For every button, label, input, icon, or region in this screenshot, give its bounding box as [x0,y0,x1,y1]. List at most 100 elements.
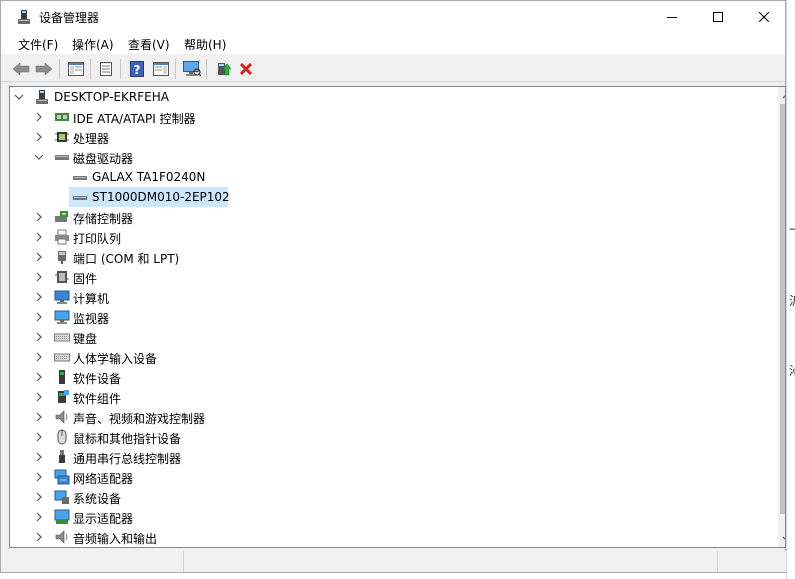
tree-category-label: 显示适配器 [73,512,134,526]
chevron-right-icon[interactable] [34,131,44,143]
tree-category-label: 音频输入和输出 [73,532,158,546]
chevron-right-icon[interactable] [34,351,44,363]
title-bar: 设备管理器 [1,1,785,32]
menu-file[interactable]: 文件(F) [18,36,58,53]
tree-category-row[interactable]: 网络适配器 [10,467,770,487]
tree-category-row[interactable]: 人体学输入设备 [10,347,770,367]
tree-device-row[interactable]: ST1000DM010-2EP102 [10,187,770,207]
chevron-down-icon[interactable] [34,151,44,163]
chevron-right-icon[interactable] [34,251,44,263]
tree-category-row[interactable]: 计算机 [10,287,770,307]
chevron-right-icon[interactable] [34,431,44,443]
window-title: 设备管理器 [39,11,100,25]
scan-hardware-button[interactable] [182,59,202,79]
chevron-right-icon[interactable] [34,371,44,383]
chevron-right-icon[interactable] [34,291,44,303]
tree-category-row[interactable]: 系统设备 [10,487,770,507]
maximize-button[interactable] [695,1,741,32]
tree-category-row[interactable]: 鼠标和其他指针设备 [10,427,770,447]
chevron-right-icon[interactable] [34,331,44,343]
tree-category-label: 系统设备 [73,492,122,506]
scroll-up-button[interactable] [778,87,785,104]
tree-category-row[interactable]: 声音、视频和游戏控制器 [10,407,770,427]
menu-bar: 文件(F) 操作(A) 查看(V) 帮助(H) [1,32,785,54]
chevron-right-icon[interactable] [34,211,44,223]
help-icon: ? [130,61,144,77]
disk-drive-icon [55,155,69,160]
status-bar [9,551,786,572]
chevron-right-icon[interactable] [34,411,44,423]
tree-root-label: DESKTOP-EKRFEHA [54,90,169,104]
tree-category-label: 端口 (COM 和 LPT) [73,252,180,266]
tree-device-label: GALAX TA1F0240N [92,170,206,184]
tree-category-row[interactable]: 软件组件 [10,387,770,407]
tree-category-row[interactable]: 监视器 [10,307,770,327]
action-pane-button[interactable] [151,59,171,79]
edge-fragment: → [789,222,795,236]
tree-category-row[interactable]: 磁盘驱动器 [10,147,770,167]
device-manager-window: 设备管理器 文件(F) 操作(A) 查看(V) 帮助(H) ? DESKTOP-… [0,0,786,573]
tree-category-label: 软件组件 [73,392,122,406]
show-hide-console-tree-button[interactable] [66,59,86,79]
printer-icon [55,229,69,245]
svg-text:?: ? [134,63,141,77]
properties-button[interactable] [96,59,116,79]
menu-action[interactable]: 操作(A) [72,36,114,53]
tree-category-row[interactable]: 固件 [10,267,770,287]
chevron-right-icon[interactable] [34,231,44,243]
device-tree[interactable]: DESKTOP-EKRFEHA IDE ATA/ATAPI 控制器 处理器 磁盘驱动… [9,86,786,548]
tree-category-label: 鼠标和其他指针设备 [73,432,182,446]
minimize-button[interactable] [649,1,695,32]
edge-fragment: 沁 [789,362,795,379]
uninstall-device-button[interactable] [236,59,256,79]
back-button[interactable] [11,59,31,79]
chevron-right-icon[interactable] [34,451,44,463]
tree-category-row[interactable]: 键盘 [10,327,770,347]
vertical-scrollbar[interactable] [778,87,785,547]
tree-category-row[interactable]: IDE ATA/ATAPI 控制器 [10,107,770,127]
tree-category-label: 人体学输入设备 [73,352,158,366]
tree-device-row[interactable]: GALAX TA1F0240N [10,167,770,187]
update-driver-button[interactable] [213,59,233,79]
close-icon [759,11,769,22]
chevron-right-icon[interactable] [34,111,44,123]
firmware-icon [55,271,69,283]
storage-controller-icon [55,211,68,222]
chevron-right-icon[interactable] [34,391,44,403]
chevron-down-icon[interactable] [14,91,24,103]
chevron-right-icon[interactable] [34,491,44,503]
update-driver-icon [218,63,231,76]
toolbar-separator [206,59,207,79]
tree-category-row[interactable]: 显示适配器 [10,507,770,527]
monitor-icon [54,310,70,324]
forward-button[interactable] [34,59,54,79]
chevron-right-icon[interactable] [34,511,44,523]
tree-category-label: 打印队列 [73,232,122,246]
tree-category-label: 计算机 [73,292,110,306]
hid-icon [54,353,70,362]
chevron-right-icon[interactable] [34,311,44,323]
tree-category-row[interactable]: 处理器 [10,127,770,147]
edge-fragment: 沂 [789,292,795,309]
network-adapter-icon [54,469,70,485]
chevron-right-icon[interactable] [34,271,44,283]
tree-category-label: IDE ATA/ATAPI 控制器 [73,112,196,126]
tree-category-row[interactable]: 通用串行总线控制器 [10,447,770,467]
menu-view[interactable]: 查看(V) [128,36,170,53]
chevron-right-icon[interactable] [34,471,44,483]
tree-category-row[interactable]: 音频输入和输出 [10,527,770,547]
toolbar-separator [120,59,121,79]
chevron-right-icon[interactable] [34,531,44,543]
computer-tower-icon [36,90,48,104]
menu-help[interactable]: 帮助(H) [184,36,226,53]
tree-category-row[interactable]: 打印队列 [10,227,770,247]
close-button[interactable] [741,1,787,32]
display-adapter-icon [54,509,70,524]
tree-category-row[interactable]: 软件设备 [10,367,770,387]
scroll-down-button[interactable] [778,530,785,547]
help-button[interactable]: ? [127,59,147,79]
tree-root[interactable]: DESKTOP-EKRFEHA [10,87,770,107]
toolbar-separator [59,59,60,79]
tree-category-row[interactable]: 端口 (COM 和 LPT) [10,247,770,267]
tree-category-row[interactable]: 存储控制器 [10,207,770,227]
